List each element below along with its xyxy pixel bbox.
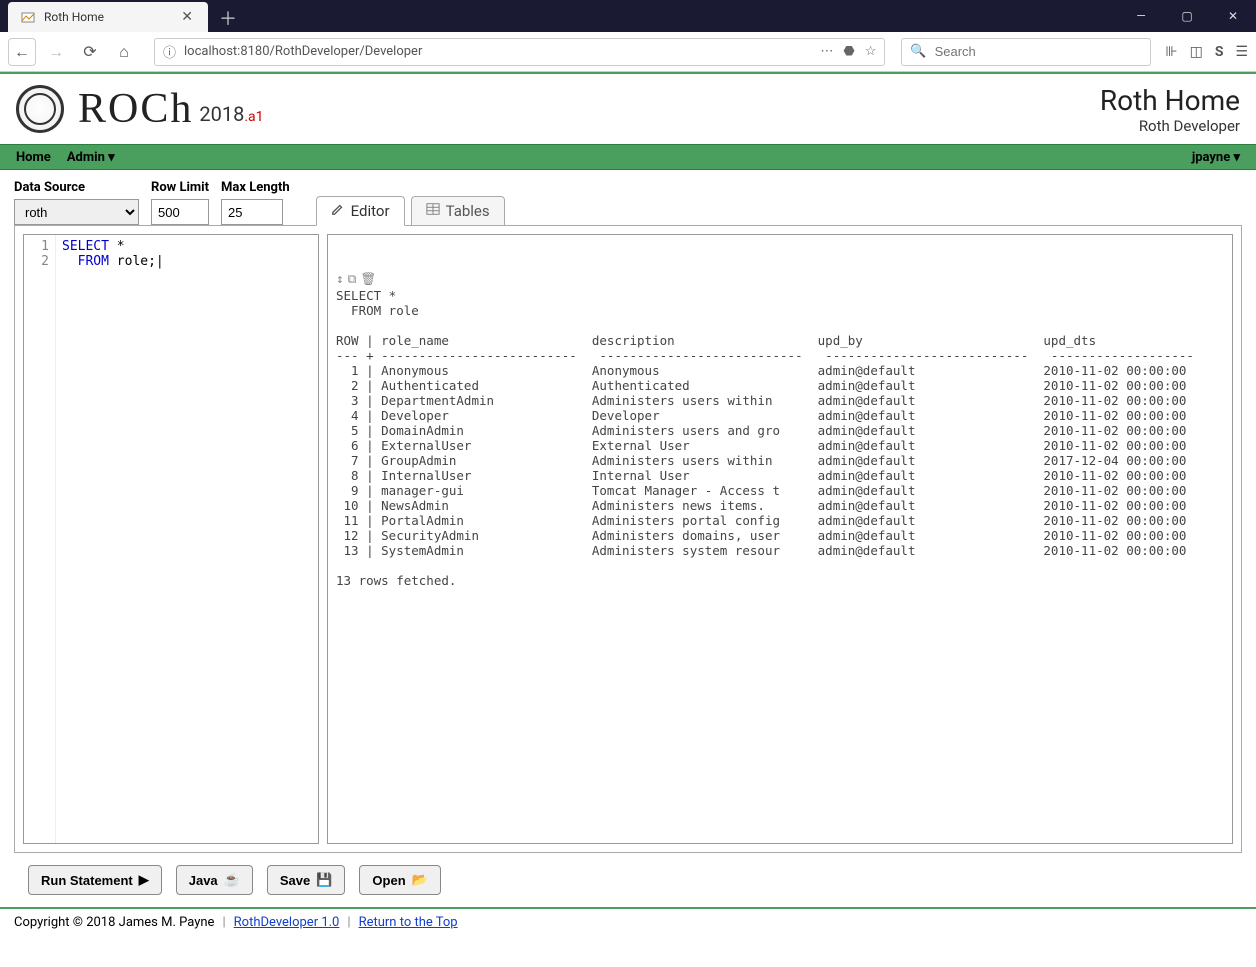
logo-icon xyxy=(16,85,64,133)
sql-code[interactable]: SELECT * FROM role;| xyxy=(56,235,170,843)
sidebar-icon[interactable]: ◫ xyxy=(1190,44,1203,60)
sql-editor[interactable]: 12 SELECT * FROM role;| xyxy=(23,234,319,844)
java-label: Java xyxy=(189,873,218,888)
open-button[interactable]: Open 📂 xyxy=(359,865,440,895)
account-icon[interactable]: S xyxy=(1215,44,1224,60)
page-footer: Copyright © 2018 James M. Payne | RothDe… xyxy=(0,907,1256,936)
result-toolbar: ↕ ⧉ 🗑 xyxy=(336,271,1224,286)
menu-user[interactable]: jpayne ▾ xyxy=(1184,150,1248,165)
footer-link-1[interactable]: RothDeveloper 1.0 xyxy=(234,915,340,930)
line-gutter: 12 xyxy=(24,235,56,843)
table-icon xyxy=(426,202,440,220)
tab-tables-label: Tables xyxy=(446,202,490,220)
copyright-text: Copyright © 2018 James M. Payne xyxy=(14,915,214,930)
footer-sep: | xyxy=(222,915,225,930)
pocket-icon[interactable]: ⬣ xyxy=(843,44,854,59)
library-icon[interactable]: ⊪ xyxy=(1165,44,1177,60)
version-suffix: .a1 xyxy=(244,109,263,125)
browser-toolbar: ← → ⟳ ⌂ ⓘ localhost:8180/RothDeveloper/D… xyxy=(0,32,1256,72)
result-divider: --- + -------------------------- -------… xyxy=(336,348,1194,363)
app-header: ROCh 2018.a1 Roth Home Roth Developer xyxy=(0,74,1256,144)
datasource-select[interactable]: roth xyxy=(14,199,139,225)
page-content: ROCh 2018.a1 Roth Home Roth Developer Ho… xyxy=(0,72,1256,967)
maximize-button[interactable]: ▢ xyxy=(1164,0,1210,32)
run-statement-button[interactable]: Run Statement ▶ xyxy=(28,865,162,895)
result-query: SELECT * FROM role xyxy=(336,288,419,318)
query-controls: Data Source roth Row Limit Max Length Ed… xyxy=(0,170,1256,225)
brand-version: 2018.a1 xyxy=(199,102,263,126)
browser-tab[interactable]: Roth Home ✕ xyxy=(8,2,208,32)
page-title: Roth Home xyxy=(1100,84,1240,117)
result-columns: ROW | role_name description upd_by upd_d… xyxy=(336,333,1096,348)
rowlimit-input[interactable] xyxy=(151,199,209,225)
maxlength-input[interactable] xyxy=(221,199,283,225)
edit-icon xyxy=(331,202,345,220)
result-rows: 1 | Anonymous Anonymous admin@default 20… xyxy=(336,363,1186,558)
java-button[interactable]: Java ☕ xyxy=(176,865,253,895)
maxlength-label: Max Length xyxy=(221,180,290,195)
footer-sep: | xyxy=(347,915,350,930)
brand-text: ROCh xyxy=(78,85,193,133)
save-button[interactable]: Save 💾 xyxy=(267,865,346,895)
folder-open-icon: 📂 xyxy=(412,872,428,888)
url-bar[interactable]: ⓘ localhost:8180/RothDeveloper/Developer… xyxy=(154,38,885,66)
run-label: Run Statement xyxy=(41,873,133,888)
sort-icon[interactable]: ↕ xyxy=(336,271,344,286)
tab-favicon xyxy=(20,9,36,25)
footer-link-2[interactable]: Return to the Top xyxy=(359,915,458,930)
menu-bar: Home Admin ▾ jpayne ▾ xyxy=(0,144,1256,170)
hamburger-menu-icon[interactable]: ☰ xyxy=(1235,44,1248,60)
search-bar[interactable]: 🔍 xyxy=(901,38,1151,66)
window-controls: — ▢ ✕ xyxy=(1118,0,1256,32)
tab-editor-label: Editor xyxy=(351,202,390,220)
search-icon: 🔍 xyxy=(910,44,926,59)
result-footer: 13 rows fetched. xyxy=(336,573,456,588)
delete-icon[interactable]: 🗑 xyxy=(360,271,376,286)
minimize-button[interactable]: — xyxy=(1118,0,1164,32)
tab-close-icon[interactable]: ✕ xyxy=(178,9,196,25)
tab-tables[interactable]: Tables xyxy=(411,196,505,226)
url-text: localhost:8180/RothDeveloper/Developer xyxy=(184,44,812,59)
menu-home[interactable]: Home xyxy=(8,150,59,165)
editor-area: 12 SELECT * FROM role;| ↕ ⧉ 🗑 SELECT * F… xyxy=(14,225,1242,853)
home-button[interactable]: ⌂ xyxy=(110,38,138,66)
coffee-icon: ☕ xyxy=(224,872,240,888)
close-window-button[interactable]: ✕ xyxy=(1210,0,1256,32)
copy-icon[interactable]: ⧉ xyxy=(348,271,357,286)
page-subtitle: Roth Developer xyxy=(1100,117,1240,135)
rowlimit-label: Row Limit xyxy=(151,180,209,195)
disk-icon: 💾 xyxy=(316,872,332,888)
page-actions-icon[interactable]: ⋯ xyxy=(820,44,833,59)
back-button[interactable]: ← xyxy=(8,38,36,66)
search-input[interactable] xyxy=(935,44,1143,59)
tab-editor[interactable]: Editor xyxy=(316,196,405,226)
reload-button[interactable]: ⟳ xyxy=(76,38,104,66)
tab-title: Roth Home xyxy=(44,10,170,24)
browser-titlebar: Roth Home ✕ ＋ — ▢ ✕ xyxy=(0,0,1256,32)
menu-admin[interactable]: Admin ▾ xyxy=(59,150,123,165)
version-year: 2018 xyxy=(199,102,244,126)
play-icon: ▶ xyxy=(139,872,149,888)
save-label: Save xyxy=(280,873,310,888)
datasource-label: Data Source xyxy=(14,180,139,195)
connection-info-icon[interactable]: ⓘ xyxy=(163,42,176,61)
forward-button[interactable]: → xyxy=(42,38,70,66)
new-tab-button[interactable]: ＋ xyxy=(214,4,242,32)
bookmark-star-icon[interactable]: ☆ xyxy=(865,44,877,59)
result-pane[interactable]: ↕ ⧉ 🗑 SELECT * FROM role ROW | role_name… xyxy=(327,234,1233,844)
action-buttons: Run Statement ▶ Java ☕ Save 💾 Open 📂 xyxy=(0,861,1256,907)
open-label: Open xyxy=(372,873,405,888)
